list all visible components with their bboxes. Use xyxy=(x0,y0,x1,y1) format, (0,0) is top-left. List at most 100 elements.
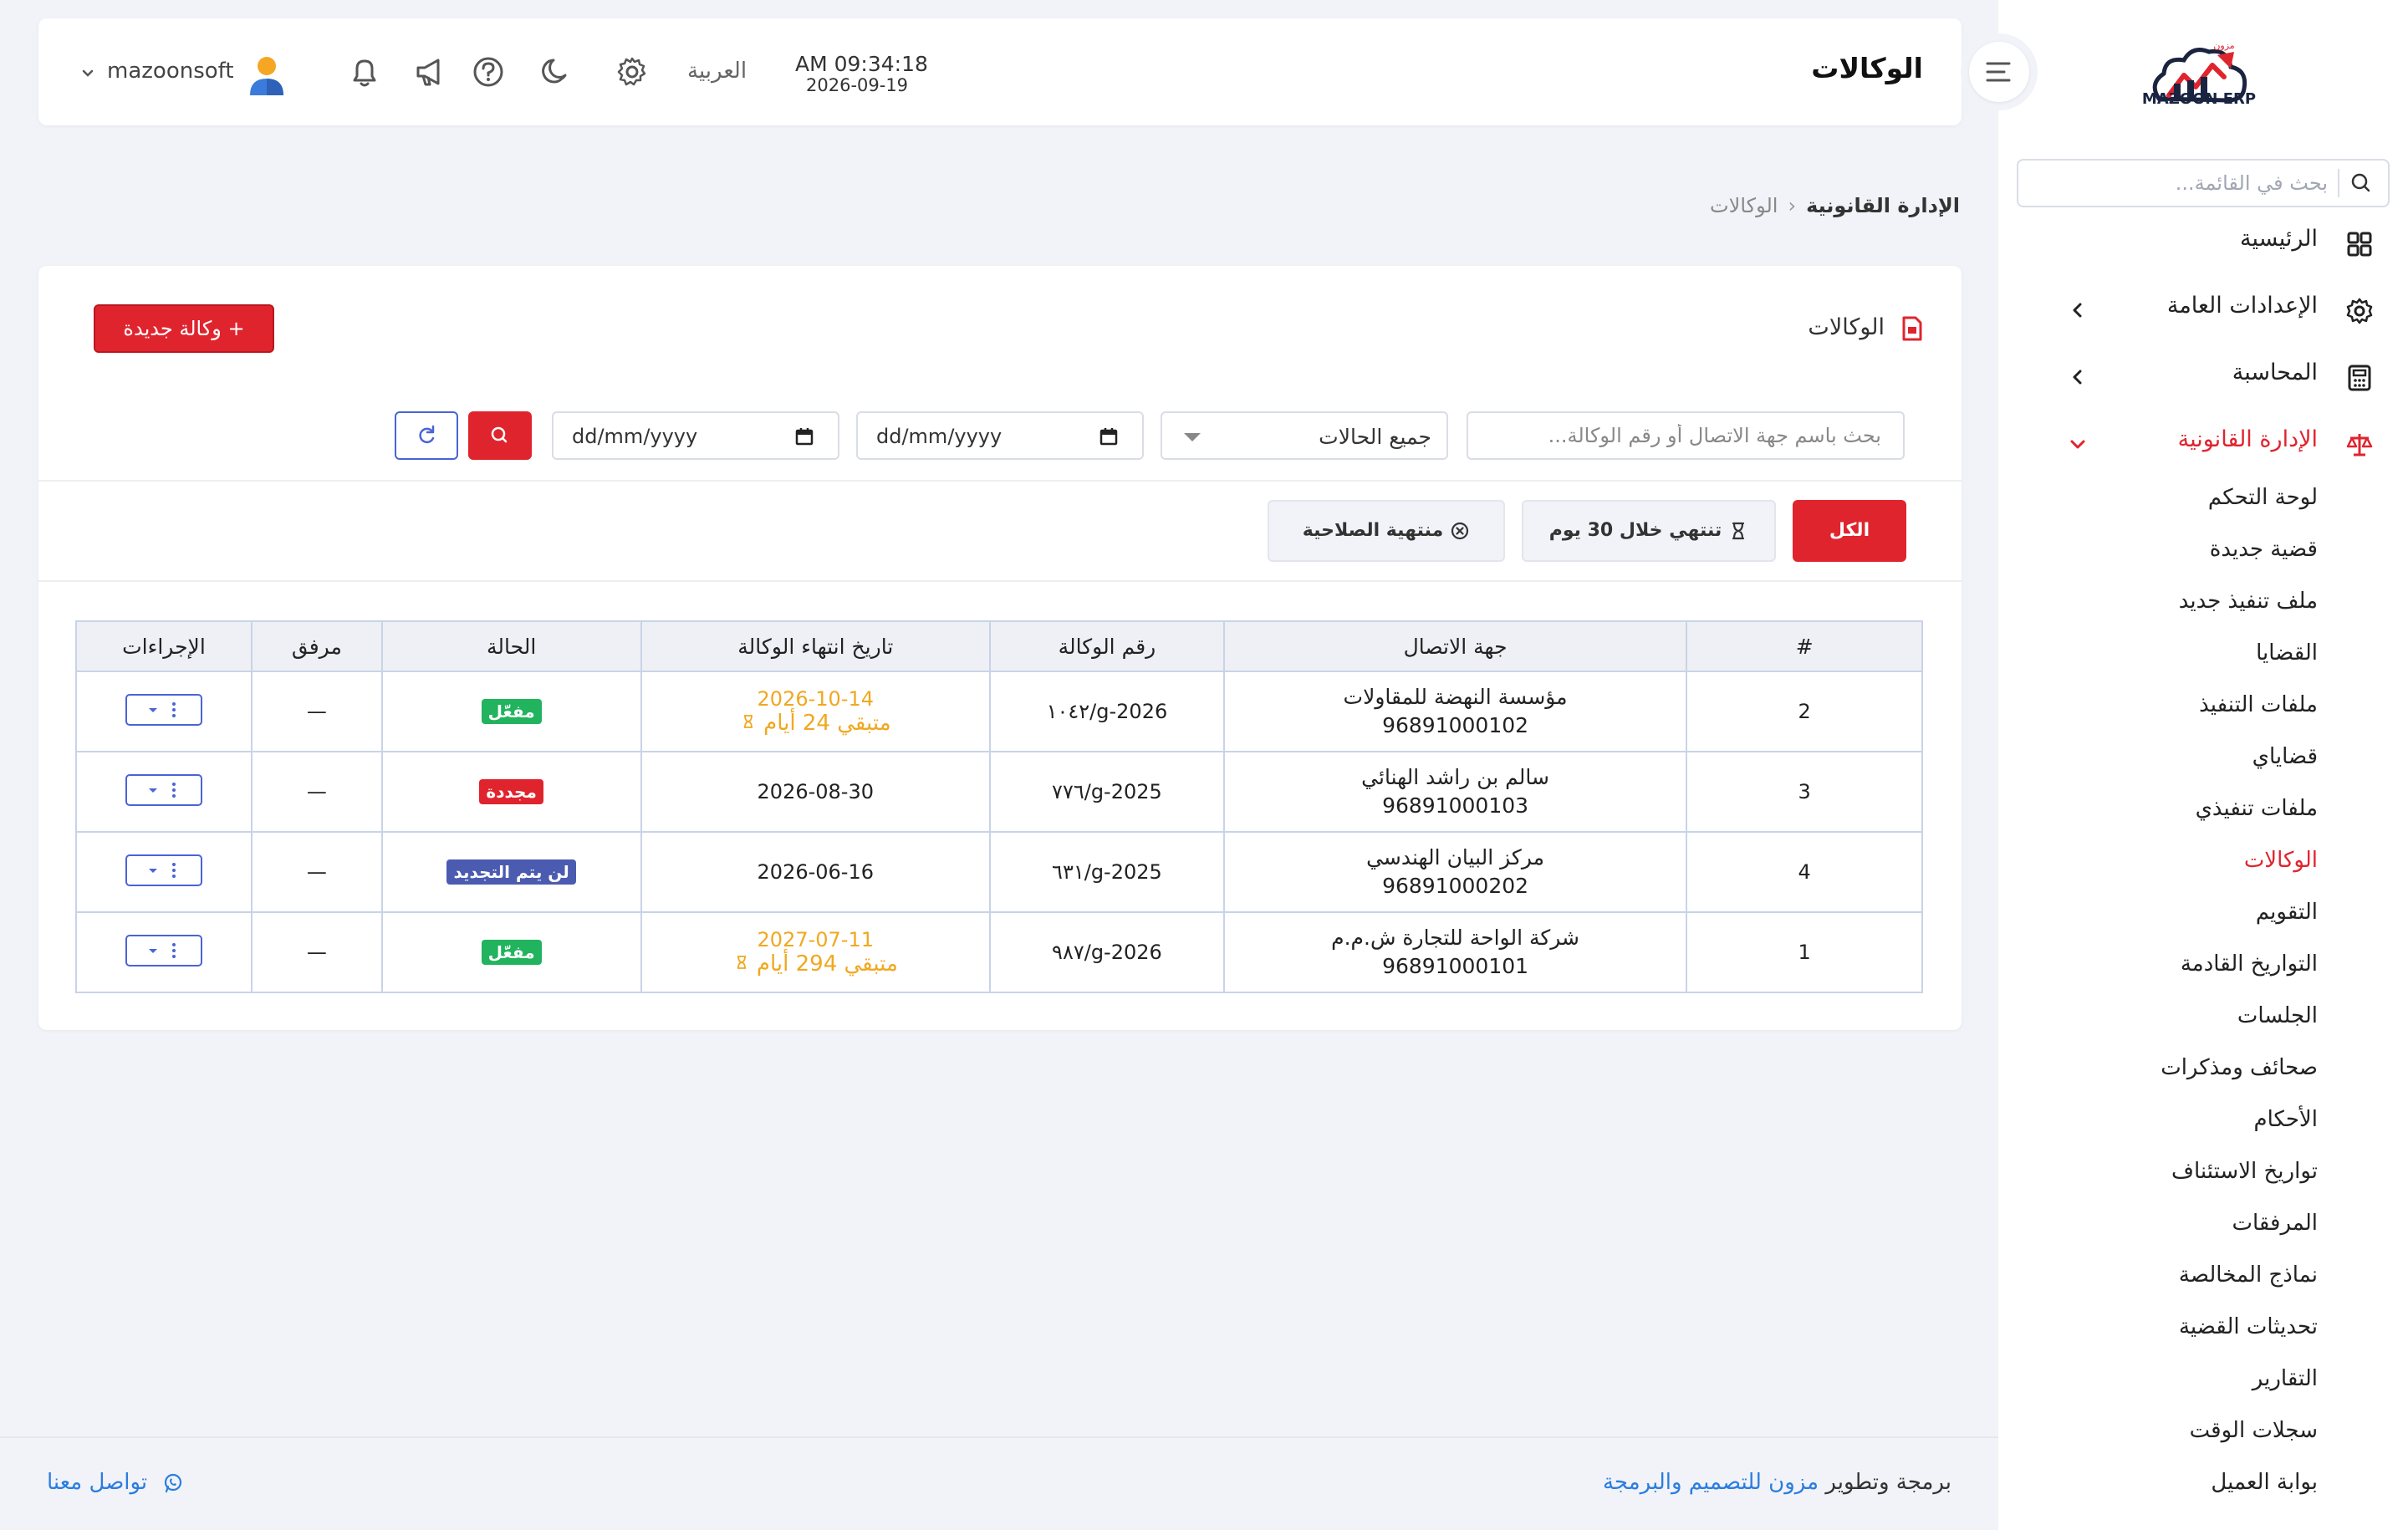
chevron-down-icon[interactable] xyxy=(80,65,95,80)
status-badge: لن يتم التجديد xyxy=(446,859,576,885)
user-name[interactable]: mazoonsoft xyxy=(107,59,234,84)
sidebar-subitem-time-logs[interactable]: سجلات الوقت xyxy=(2190,1418,2318,1443)
date-from-placeholder: dd/mm/yyyy xyxy=(572,425,698,448)
sidebar-subitem-my-execution-files[interactable]: ملفات تنفيذي xyxy=(2196,796,2318,821)
sidebar-subitem-my-cases[interactable]: قضاياي xyxy=(2252,744,2318,769)
poa-search[interactable] xyxy=(1467,411,1905,460)
date-from-input[interactable]: dd/mm/yyyy xyxy=(552,411,839,460)
card-title: الوكالات xyxy=(1808,314,1885,340)
row-attachment: — xyxy=(250,751,383,833)
sidebar-subitem-reports[interactable]: التقارير xyxy=(2252,1366,2318,1391)
row-status: مجددة xyxy=(380,751,642,833)
row-actions xyxy=(75,671,253,752)
sidebar-subitem-upcoming-dates[interactable]: التواريخ القادمة xyxy=(2181,951,2318,977)
contact-us-link[interactable]: تواصل معنا xyxy=(47,1470,184,1495)
row-status: مفعّل xyxy=(380,671,642,752)
search-button[interactable] xyxy=(468,411,532,460)
dark-mode-icon[interactable] xyxy=(537,54,574,90)
footer-credits: برمجة وتطوير مزون للتصميم والبرمجة xyxy=(1603,1470,1951,1495)
sidebar-subitem-dashboard[interactable]: لوحة التحكم xyxy=(2208,485,2318,510)
sidebar-search[interactable] xyxy=(2017,159,2390,207)
language-switch[interactable]: العربية xyxy=(687,59,747,84)
tab-expired[interactable]: منتهية الصلاحية xyxy=(1268,500,1505,562)
sidebar-item-label: الرئيسية xyxy=(2240,226,2318,252)
help-icon[interactable] xyxy=(470,54,507,90)
sidebar-subitem-new-execution-file[interactable]: ملف تنفيذ جديد xyxy=(2179,589,2318,614)
footer-company-link[interactable]: مزون للتصميم والبرمجة xyxy=(1603,1470,1819,1495)
sidebar-subitem-judgments[interactable]: الأحكام xyxy=(2253,1107,2318,1132)
search-icon xyxy=(2338,169,2376,197)
clock-date: 2026-09-19 xyxy=(806,75,909,95)
actions-dropdown-button[interactable] xyxy=(125,774,202,806)
sidebar-item-general-settings[interactable]: الإعدادات العامة xyxy=(1998,284,2408,336)
new-poa-button[interactable]: + وكالة جديدة xyxy=(94,304,274,353)
settings-icon[interactable] xyxy=(614,54,650,90)
sidebar-subitem-execution-files[interactable]: ملفات التنفيذ xyxy=(2199,692,2318,717)
whatsapp-icon xyxy=(165,1473,182,1492)
actions-dropdown-button[interactable] xyxy=(125,694,202,726)
hourglass-icon xyxy=(737,956,746,969)
row-status: مفعّل xyxy=(380,911,642,993)
table-row[interactable]: 2 مؤسسة النهضة للمقاولات 96891000102 g-20… xyxy=(75,671,1923,752)
sidebar-subitem-sessions[interactable]: الجلسات xyxy=(2237,1003,2318,1028)
sidebar-subitem-new-case[interactable]: قضية جديدة xyxy=(2210,537,2318,562)
calendar-icon[interactable] xyxy=(794,426,814,446)
sidebar-item-label: الإدارة القانونية xyxy=(2177,426,2318,452)
avatar[interactable] xyxy=(247,54,286,97)
tab-all[interactable]: الكل xyxy=(1793,500,1906,562)
sidebar-subitem-settlement-forms[interactable]: نماذج المخالصة xyxy=(2179,1262,2318,1288)
sidebar-search-input[interactable] xyxy=(2035,161,2328,206)
sidebar-item-accounting[interactable]: المحاسبة xyxy=(1998,351,2408,403)
sidebar-subitem-pleadings[interactable]: صحائف ومذكرات xyxy=(2161,1055,2318,1080)
sidebar-item-home[interactable]: الرئيسية xyxy=(1998,217,2408,269)
breadcrumb-current: الوكالات xyxy=(1710,194,1778,217)
date-to-input[interactable]: dd/mm/yyyy xyxy=(856,411,1144,460)
col-header-attachment: مرفق xyxy=(250,620,383,672)
tab-expiring-30-days[interactable]: تنتهي خلال 30 يوم xyxy=(1522,500,1776,562)
x-circle-icon xyxy=(1451,522,1469,540)
sidebar-subitem-calendar[interactable]: التقويم xyxy=(2256,900,2318,925)
row-poa-number: g-2026/٩٨٧ xyxy=(989,911,1225,993)
table-row[interactable]: 1 شركة الواحة للتجارة ش.م.م 96891000101 g… xyxy=(75,911,1923,993)
sidebar: مزون MAZOON ERP الرئيسية الإعدادات العام… xyxy=(1998,0,2408,1530)
bell-icon[interactable] xyxy=(346,54,383,90)
status-select[interactable]: جميع الحالات xyxy=(1161,411,1448,460)
poa-search-input[interactable] xyxy=(1468,413,1903,458)
sidebar-subitem-attachments[interactable]: المرفقات xyxy=(2232,1211,2318,1236)
sidebar-subitem-client-portal[interactable]: بوابة العميل xyxy=(2211,1470,2318,1495)
sidebar-subitem-powers-of-attorney[interactable]: الوكالات xyxy=(2244,848,2318,873)
sidebar-toggle-button[interactable] xyxy=(1961,33,2038,110)
actions-dropdown-button[interactable] xyxy=(125,935,202,966)
breadcrumb-parent[interactable]: الإدارة القانونية xyxy=(1806,194,1960,217)
sidebar-item-label: الإعدادات العامة xyxy=(2166,293,2318,319)
sidebar-subitem-case-updates[interactable]: تحديثات القضية xyxy=(2179,1314,2318,1339)
hourglass-icon xyxy=(743,715,752,728)
document-icon xyxy=(1901,316,1923,341)
contact-name: سالم بن راشد الهنائي xyxy=(1361,765,1549,789)
calendar-icon[interactable] xyxy=(1099,426,1119,446)
sidebar-item-legal-management[interactable]: الإدارة القانونية xyxy=(1998,418,2408,470)
expiry-date: 2027-07-11 xyxy=(757,928,875,951)
chevron-down-icon xyxy=(2067,433,2089,455)
col-header-expiry: تاريخ انتهاء الوكالة xyxy=(640,620,992,672)
table-row[interactable]: 4 مركز البيان الهندسي 96891000202 g-2025/… xyxy=(75,831,1923,913)
row-number: 2 xyxy=(1686,671,1923,752)
status-badge: مجددة xyxy=(479,779,543,804)
megaphone-icon[interactable] xyxy=(411,54,448,90)
table-row[interactable]: 3 سالم بن راشد الهنائي 96891000103 g-2025… xyxy=(75,751,1923,833)
sidebar-subitem-cases[interactable]: القضايا xyxy=(2256,640,2318,666)
footer-divider xyxy=(0,1436,1998,1438)
actions-dropdown-button[interactable] xyxy=(125,854,202,886)
row-attachment: — xyxy=(250,911,383,993)
tab-label: منتهية الصلاحية xyxy=(1302,520,1444,541)
sidebar-subitem-appeal-dates[interactable]: تواريخ الاستئناف xyxy=(2171,1159,2318,1184)
page-title: الوكالات xyxy=(1811,52,1923,84)
chevron-left-icon xyxy=(2067,366,2089,388)
row-expiry: 2026-08-30 xyxy=(640,751,992,833)
col-header-number: # xyxy=(1686,620,1923,672)
contact-phone: 96891000101 xyxy=(1382,954,1529,978)
footer-dev-prefix: برمجة وتطوير xyxy=(1825,1470,1951,1495)
row-expiry: 2026-10-14 متبقي 24 أيام xyxy=(640,671,992,752)
row-number: 1 xyxy=(1686,911,1923,993)
refresh-button[interactable] xyxy=(395,411,458,460)
